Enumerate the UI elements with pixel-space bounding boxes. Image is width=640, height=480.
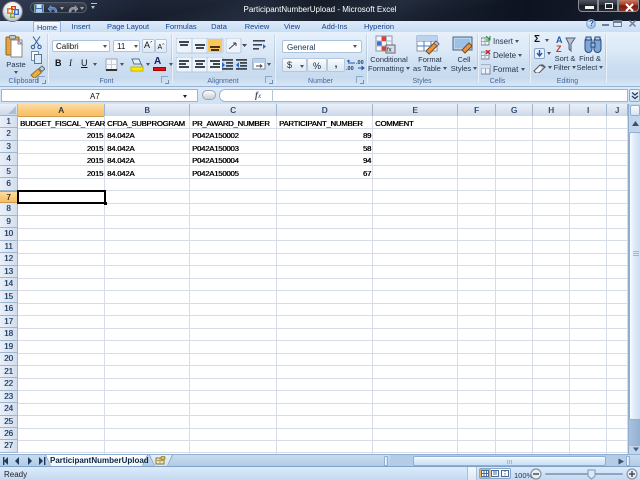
svg-text:Z: Z: [556, 44, 562, 54]
svg-text:.00: .00: [346, 66, 354, 71]
svg-text:.00: .00: [356, 60, 364, 66]
svg-text:fx: fx: [387, 48, 392, 54]
